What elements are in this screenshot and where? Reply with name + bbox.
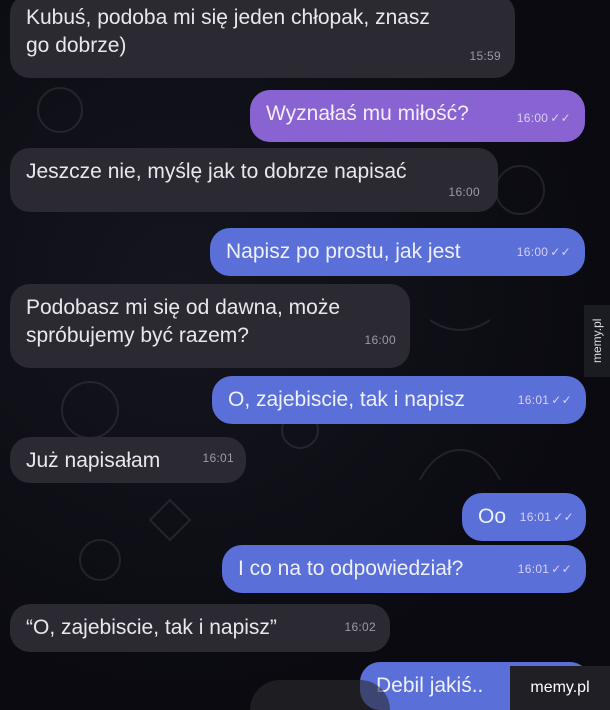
message-time: 16:00 [448, 185, 480, 199]
read-receipt-icon: ✓✓ [553, 510, 574, 524]
message-meta: 16:01 ✓✓ [520, 503, 574, 531]
message-time: 16:02 [344, 620, 376, 634]
message-time: 16:00 [516, 245, 549, 259]
side-watermark: memy.pl [584, 305, 610, 377]
message-time: 16:00 [364, 333, 396, 347]
read-receipt-icon: ✓✓ [551, 393, 572, 407]
message-time: 16:00 [516, 111, 549, 125]
message-text: “O, zajebiscie, tak i napisz” [26, 616, 277, 639]
message-bubble-incoming[interactable]: Jeszcze nie, myślę jak to dobrze napisać… [10, 148, 498, 212]
read-receipt-icon: ✓✓ [550, 111, 571, 125]
message-text: Kubuś, podoba mi się jeden chłopak, znas… [26, 6, 430, 57]
message-bubble-incoming[interactable]: “O, zajebiscie, tak i napisz” 16:02 [10, 604, 390, 652]
message-time: 16:01 [517, 393, 550, 407]
message-text: Jeszcze nie, myślę jak to dobrze napisać [26, 160, 407, 183]
message-time: 16:01 [517, 562, 550, 576]
message-bubble-incoming[interactable]: Już napisałam 16:01 [10, 437, 246, 483]
message-time: 16:01 [202, 451, 234, 465]
message-time: 16:01 [519, 510, 552, 524]
corner-watermark: memy.pl [510, 666, 610, 710]
message-bubble-outgoing[interactable]: Napisz po prostu, jak jest 16:00 ✓✓ [210, 228, 585, 276]
chat-screen: Kubuś, podoba mi się jeden chłopak, znas… [0, 0, 610, 710]
message-bubble-outgoing[interactable]: Wyznałaś mu miłość? 16:00 ✓✓ [250, 90, 585, 142]
message-time: 15:59 [469, 49, 501, 63]
message-text: Podobasz mi się od dawna, może spróbujem… [26, 296, 341, 347]
message-meta: 16:01 ✓✓ [518, 386, 572, 414]
message-meta: 16:01 ✓✓ [518, 555, 572, 583]
background-shape [250, 680, 390, 710]
message-meta: 16:00 ✓✓ [517, 104, 571, 132]
read-receipt-icon: ✓✓ [550, 245, 571, 259]
message-bubble-incoming[interactable]: Podobasz mi się od dawna, może spróbujem… [10, 284, 410, 368]
message-bubble-outgoing[interactable]: I co na to odpowiedział? 16:01 ✓✓ [222, 545, 586, 593]
message-bubble-outgoing[interactable]: O, zajebiscie, tak i napisz 16:01 ✓✓ [212, 376, 586, 424]
message-text: Już napisałam [26, 449, 161, 472]
read-receipt-icon: ✓✓ [551, 562, 572, 576]
message-bubble-incoming[interactable]: Kubuś, podoba mi się jeden chłopak, znas… [10, 0, 515, 78]
message-bubble-outgoing[interactable]: Oo 16:01 ✓✓ [462, 493, 586, 541]
message-meta: 16:00 ✓✓ [517, 238, 571, 266]
